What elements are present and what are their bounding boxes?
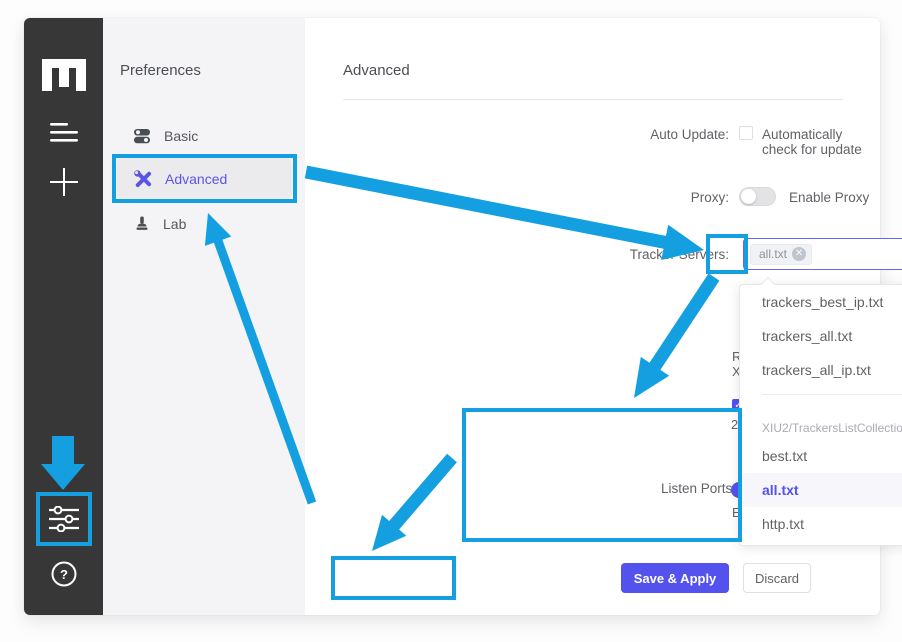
preferences-nav: Preferences Basic — [103, 18, 305, 615]
app-sidebar: ? — [24, 18, 103, 615]
toggles-icon — [134, 128, 151, 144]
nav-item-advanced[interactable]: Advanced — [117, 158, 292, 199]
dropdown-option-label: all.txt — [762, 482, 799, 498]
tracker-servers-label: Tracker Servers: — [579, 247, 729, 262]
auto-update-checkbox[interactable] — [739, 126, 753, 140]
tag-remove-icon[interactable]: ✕ — [792, 247, 806, 261]
nav-item-label: Basic — [164, 128, 198, 144]
screenshot-stage: ? Preferences Basic — [0, 0, 902, 642]
listen-ports-label: Listen Ports: — [586, 481, 736, 496]
dropdown-divider — [740, 387, 902, 401]
tracker-dropdown: trackers_best_ip.txt trackers_all.txt tr… — [739, 284, 902, 546]
proxy-toggle-label[interactable]: Enable Proxy — [789, 190, 869, 205]
nav-item-basic[interactable]: Basic — [117, 118, 292, 154]
panel-title: Advanced — [343, 62, 410, 79]
task-list-icon[interactable] — [50, 123, 78, 143]
preferences-title: Preferences — [120, 62, 201, 79]
dropdown-option[interactable]: trackers_all.txt — [740, 319, 902, 353]
dropdown-group-label: XIU2/TrackersListCollection — [740, 401, 902, 439]
dropdown-option[interactable]: best.txt — [740, 439, 902, 473]
auto-update-label: Auto Update: — [579, 127, 729, 142]
svg-text:?: ? — [60, 567, 68, 582]
nav-item-lab[interactable]: Lab — [117, 206, 292, 242]
save-apply-button[interactable]: Save & Apply — [621, 563, 729, 593]
clipped-text-fragment: 2 — [731, 417, 738, 432]
add-task-icon[interactable] — [50, 168, 78, 196]
tag-label: all.txt — [759, 247, 787, 261]
dropdown-option[interactable]: trackers_best_ip.txt — [740, 285, 902, 319]
dropdown-option[interactable]: trackers_all_ip.txt — [740, 353, 902, 387]
advanced-panel: Advanced — [305, 18, 880, 615]
title-divider — [343, 99, 843, 100]
motrix-logo-icon — [42, 59, 86, 92]
tracker-servers-select[interactable]: all.txt ✕ — [743, 238, 902, 270]
toggle-knob — [741, 189, 756, 204]
dropdown-option-selected[interactable]: all.txt ✓ — [740, 473, 902, 507]
dropdown-option[interactable]: http.txt — [740, 507, 902, 541]
nav-item-label: Lab — [163, 216, 186, 232]
lab-stamp-icon — [134, 216, 150, 232]
selected-tracker-tag: all.txt ✕ — [750, 244, 812, 265]
proxy-label: Proxy: — [579, 190, 729, 205]
preferences-sliders-icon[interactable] — [49, 506, 79, 532]
nav-item-label: Advanced — [165, 171, 227, 187]
discard-button[interactable]: Discard — [743, 563, 811, 593]
app-window: ? Preferences Basic — [24, 18, 880, 615]
proxy-toggle[interactable] — [739, 187, 776, 206]
help-icon[interactable]: ? — [51, 561, 77, 587]
auto-update-checkbox-label[interactable]: Automatically check for update — [762, 127, 880, 157]
tools-icon — [134, 170, 152, 188]
